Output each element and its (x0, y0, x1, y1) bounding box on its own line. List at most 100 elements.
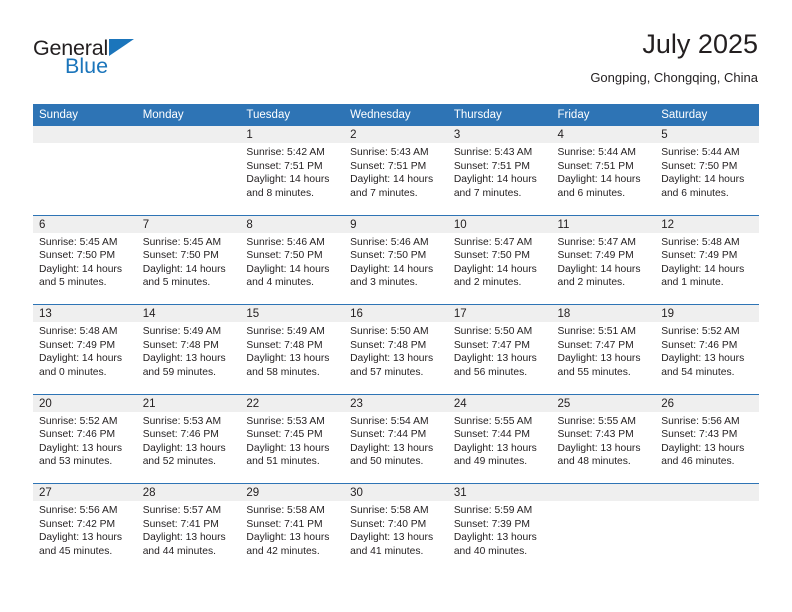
day-cell[interactable]: Sunrise: 5:43 AM Sunset: 7:51 PM Dayligh… (447, 143, 552, 216)
daylight-text-line1: Daylight: 13 hours (453, 442, 537, 454)
day-cell[interactable] (655, 501, 759, 573)
day-cell[interactable]: Sunrise: 5:43 AM Sunset: 7:51 PM Dayligh… (344, 143, 448, 216)
day-number[interactable] (551, 483, 656, 501)
day-cell[interactable]: Sunrise: 5:54 AM Sunset: 7:44 PM Dayligh… (344, 411, 448, 484)
day-cell[interactable]: Sunrise: 5:51 AM Sunset: 7:47 PM Dayligh… (551, 322, 656, 395)
sunrise-text: Sunrise: 5:53 AM (246, 415, 325, 427)
day-number[interactable] (33, 126, 137, 143)
day-number[interactable]: 11 (551, 215, 656, 233)
day-number[interactable]: 14 (136, 304, 241, 322)
sunrise-text: Sunrise: 5:48 AM (661, 236, 740, 248)
daylight-text-line2: and 52 minutes. (142, 456, 216, 468)
day-cell[interactable]: Sunrise: 5:50 AM Sunset: 7:47 PM Dayligh… (447, 322, 552, 395)
day-number[interactable]: 30 (344, 483, 448, 501)
day-number[interactable]: 27 (33, 483, 137, 501)
day-number[interactable]: 23 (344, 394, 448, 412)
day-number[interactable]: 16 (344, 304, 448, 322)
day-cell[interactable]: Sunrise: 5:46 AM Sunset: 7:50 PM Dayligh… (344, 232, 448, 305)
day-cell[interactable]: Sunrise: 5:53 AM Sunset: 7:45 PM Dayligh… (240, 411, 345, 484)
daylight-text-line1: Daylight: 13 hours (350, 532, 434, 544)
daylight-text-line2: and 6 minutes. (557, 187, 626, 199)
day-cell[interactable]: Sunrise: 5:47 AM Sunset: 7:49 PM Dayligh… (551, 232, 656, 305)
day-cell[interactable]: Sunrise: 5:56 AM Sunset: 7:43 PM Dayligh… (655, 411, 759, 484)
day-cell[interactable]: Sunrise: 5:44 AM Sunset: 7:50 PM Dayligh… (655, 143, 759, 216)
sunrise-text: Sunrise: 5:55 AM (453, 415, 533, 427)
day-number[interactable]: 19 (655, 304, 759, 322)
day-number[interactable]: 7 (136, 215, 241, 233)
day-number[interactable]: 28 (136, 483, 241, 501)
generalblue-logo[interactable]: General Blue (33, 37, 173, 84)
day-cell[interactable] (136, 143, 241, 216)
day-cell[interactable]: Sunrise: 5:42 AM Sunset: 7:51 PM Dayligh… (240, 143, 345, 216)
day-cell[interactable]: Sunrise: 5:49 AM Sunset: 7:48 PM Dayligh… (136, 322, 241, 395)
day-cell[interactable]: Sunrise: 5:58 AM Sunset: 7:40 PM Dayligh… (344, 501, 448, 573)
day-number[interactable]: 20 (33, 394, 137, 412)
day-cell[interactable]: Sunrise: 5:47 AM Sunset: 7:50 PM Dayligh… (447, 232, 552, 305)
day-number[interactable] (136, 126, 241, 143)
daylight-text-line1: Daylight: 13 hours (557, 442, 641, 454)
daylight-text-line2: and 4 minutes. (246, 277, 314, 289)
day-number[interactable]: 24 (447, 394, 552, 412)
sunset-text: Sunset: 7:50 PM (39, 250, 116, 262)
sunrise-text: Sunrise: 5:50 AM (453, 326, 533, 337)
day-number[interactable]: 4 (551, 126, 656, 143)
calendar-header-row: Sunday Monday Tuesday Wednesday Thursday… (33, 104, 759, 126)
day-number[interactable] (655, 483, 759, 501)
day-number[interactable]: 5 (655, 126, 759, 143)
daylight-text-line2: and 58 minutes. (246, 366, 320, 378)
day-cell[interactable]: Sunrise: 5:58 AM Sunset: 7:41 PM Dayligh… (240, 501, 345, 573)
day-number[interactable]: 10 (447, 215, 552, 233)
day-number[interactable]: 9 (344, 215, 448, 233)
sunset-text: Sunset: 7:48 PM (350, 339, 427, 351)
day-cell[interactable]: Sunrise: 5:56 AM Sunset: 7:42 PM Dayligh… (33, 501, 137, 573)
daylight-text-line1: Daylight: 14 hours (142, 263, 226, 275)
day-cell[interactable]: Sunrise: 5:55 AM Sunset: 7:44 PM Dayligh… (447, 411, 552, 484)
day-number[interactable]: 18 (551, 304, 656, 322)
day-number[interactable]: 29 (240, 483, 345, 501)
day-number[interactable]: 6 (33, 215, 137, 233)
day-cell[interactable] (33, 143, 137, 216)
daylight-text-line1: Daylight: 14 hours (557, 174, 641, 186)
day-number[interactable]: 21 (136, 394, 241, 412)
day-cell[interactable]: Sunrise: 5:52 AM Sunset: 7:46 PM Dayligh… (33, 411, 137, 484)
day-cell[interactable]: Sunrise: 5:44 AM Sunset: 7:51 PM Dayligh… (551, 143, 656, 216)
daylight-text-line2: and 5 minutes. (142, 277, 211, 289)
sunset-text: Sunset: 7:49 PM (557, 250, 634, 262)
week-row-details: Sunrise: 5:56 AM Sunset: 7:42 PM Dayligh… (33, 501, 759, 573)
sunrise-text: Sunrise: 5:44 AM (661, 147, 740, 158)
daylight-text-line1: Daylight: 14 hours (246, 174, 330, 186)
day-cell[interactable]: Sunrise: 5:48 AM Sunset: 7:49 PM Dayligh… (655, 232, 759, 305)
day-cell[interactable]: Sunrise: 5:48 AM Sunset: 7:49 PM Dayligh… (33, 322, 137, 395)
day-number[interactable]: 26 (655, 394, 759, 412)
day-number[interactable]: 1 (240, 126, 345, 143)
day-number[interactable]: 12 (655, 215, 759, 233)
day-cell[interactable]: Sunrise: 5:59 AM Sunset: 7:39 PM Dayligh… (447, 501, 552, 573)
day-cell[interactable]: Sunrise: 5:45 AM Sunset: 7:50 PM Dayligh… (33, 232, 137, 305)
daylight-text-line1: Daylight: 14 hours (350, 174, 434, 186)
sunrise-text: Sunrise: 5:47 AM (453, 236, 533, 248)
day-cell[interactable] (551, 501, 656, 573)
day-number[interactable]: 8 (240, 215, 345, 233)
day-number[interactable]: 31 (447, 483, 552, 501)
day-number[interactable]: 17 (447, 304, 552, 322)
day-number[interactable]: 25 (551, 394, 656, 412)
day-number[interactable]: 15 (240, 304, 345, 322)
day-cell[interactable]: Sunrise: 5:45 AM Sunset: 7:50 PM Dayligh… (136, 232, 241, 305)
day-cell[interactable]: Sunrise: 5:55 AM Sunset: 7:43 PM Dayligh… (551, 411, 656, 484)
day-cell[interactable]: Sunrise: 5:57 AM Sunset: 7:41 PM Dayligh… (136, 501, 241, 573)
day-cell[interactable]: Sunrise: 5:53 AM Sunset: 7:46 PM Dayligh… (136, 411, 241, 484)
logo-triangle-icon (109, 39, 134, 56)
day-number[interactable]: 2 (344, 126, 448, 143)
page-title: July 2025 (642, 29, 758, 59)
day-cell[interactable]: Sunrise: 5:49 AM Sunset: 7:48 PM Dayligh… (240, 322, 345, 395)
day-number[interactable]: 13 (33, 304, 137, 322)
day-cell[interactable]: Sunrise: 5:52 AM Sunset: 7:46 PM Dayligh… (655, 322, 759, 395)
day-number[interactable]: 3 (447, 126, 552, 143)
sunset-text: Sunset: 7:51 PM (246, 160, 323, 172)
daylight-text-line2: and 57 minutes. (350, 366, 424, 378)
day-cell[interactable]: Sunrise: 5:50 AM Sunset: 7:48 PM Dayligh… (344, 322, 448, 395)
day-cell[interactable]: Sunrise: 5:46 AM Sunset: 7:50 PM Dayligh… (240, 232, 345, 305)
daylight-text-line2: and 2 minutes. (453, 277, 522, 289)
day-number[interactable]: 22 (240, 394, 345, 412)
sunrise-text: Sunrise: 5:54 AM (350, 415, 429, 427)
